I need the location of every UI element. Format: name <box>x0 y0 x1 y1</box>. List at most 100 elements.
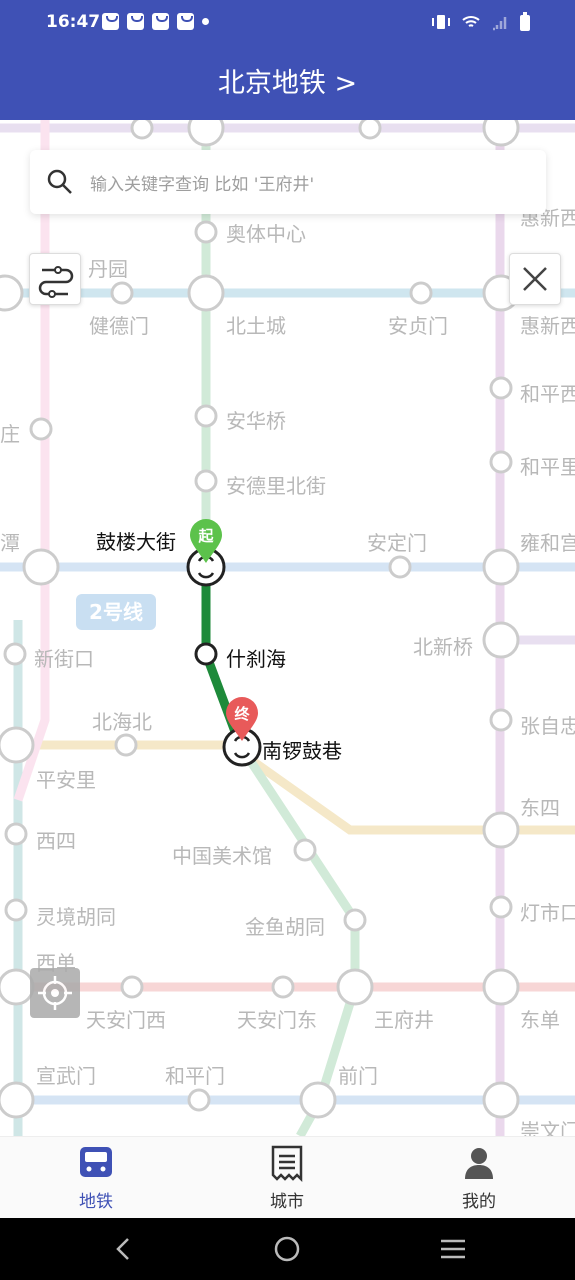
search-icon <box>47 169 72 194</box>
station-node <box>489 450 513 474</box>
station-node <box>358 120 382 140</box>
station-label[interactable]: 新街口 <box>34 643 94 672</box>
station-label[interactable]: 崇文门 <box>520 1115 575 1136</box>
status-bar: 16:47 <box>0 0 575 48</box>
route-start-label[interactable]: 鼓楼大街 <box>96 526 176 555</box>
back-icon[interactable] <box>110 1236 136 1262</box>
station-node <box>194 404 218 428</box>
transfer-station <box>0 726 35 764</box>
station-label[interactable]: 王府井 <box>374 1004 434 1033</box>
station-label[interactable]: 安定门 <box>367 527 427 556</box>
station-label[interactable]: 张自忠 <box>520 710 575 739</box>
subway-map[interactable]: 奥体中心 丹园 健德门 北土城 安贞门 惠新西 惠新西 安华桥 和平西 和平里 … <box>0 120 575 1136</box>
tab-mine[interactable]: 我的 <box>419 1137 539 1219</box>
station-node <box>271 975 295 999</box>
transfer-station <box>482 968 520 1006</box>
city-selector-title[interactable]: 北京地铁 > <box>0 48 575 120</box>
station-label[interactable]: 安贞门 <box>388 310 448 339</box>
vibrate-icon <box>432 15 450 29</box>
locate-button[interactable] <box>30 968 80 1018</box>
station-label[interactable]: 灵境胡同 <box>36 901 116 930</box>
station-label[interactable]: 东单 <box>520 1004 560 1033</box>
crosshair-icon <box>38 976 72 1010</box>
transfer-station <box>187 120 225 147</box>
transfer-station <box>482 120 520 147</box>
station-label[interactable]: 潭 <box>0 527 20 556</box>
station-label[interactable]: 天安门东 <box>237 1004 317 1033</box>
station-node <box>3 642 27 666</box>
station-label[interactable]: 和平门 <box>165 1060 225 1089</box>
station-label[interactable]: 丹园 <box>88 253 128 282</box>
station-label[interactable]: 北新桥 <box>413 631 473 660</box>
route-middle-label[interactable]: 什刹海 <box>226 643 286 672</box>
tab-mine-label: 我的 <box>462 1192 496 1212</box>
transfer-station <box>482 811 520 849</box>
end-pin: 终 <box>224 695 260 743</box>
transfer-station <box>22 548 60 586</box>
recents-icon[interactable] <box>439 1236 467 1262</box>
station-label[interactable]: 安华桥 <box>226 405 286 434</box>
station-label[interactable]: 西四 <box>36 825 76 854</box>
start-pin: 起 <box>188 517 224 565</box>
middle-station-node <box>194 642 218 666</box>
station-label[interactable]: 安德里北街 <box>226 470 326 499</box>
station-label[interactable]: 金鱼胡同 <box>245 911 325 940</box>
shopping-bag-icon <box>102 13 119 30</box>
station-label[interactable]: 北海北 <box>92 706 152 735</box>
wifi-icon <box>462 16 480 27</box>
status-time: 16:47 <box>46 12 101 32</box>
station-label[interactable]: 健德门 <box>89 310 149 339</box>
station-node <box>4 898 28 922</box>
signal-icon <box>493 17 507 31</box>
station-label[interactable]: 雍和宫 <box>520 527 575 556</box>
station-node <box>489 376 513 400</box>
document-icon <box>271 1145 303 1183</box>
station-node <box>343 908 367 932</box>
home-icon[interactable] <box>273 1235 301 1263</box>
station-label[interactable]: 庄 <box>0 418 20 447</box>
tab-subway-label: 地铁 <box>79 1192 113 1212</box>
station-label[interactable]: 灯市口 <box>520 897 575 926</box>
end-pin-label: 终 <box>234 705 250 723</box>
station-label[interactable]: 天安门西 <box>86 1004 166 1033</box>
station-label[interactable]: 平安里 <box>36 764 96 793</box>
search-placeholder[interactable]: 输入关键字查询 比如 '王府井' <box>90 170 314 195</box>
station-node <box>293 838 317 862</box>
shopping-bag-icon <box>152 13 169 30</box>
route-mode-button[interactable] <box>29 253 81 305</box>
station-label[interactable]: 惠新西 <box>520 310 575 339</box>
station-label[interactable]: 和平里 <box>520 451 575 480</box>
system-icons <box>431 12 531 32</box>
station-node <box>194 220 218 244</box>
station-label[interactable]: 宣武门 <box>36 1060 96 1089</box>
station-node <box>130 120 154 140</box>
system-navigation-bar <box>0 1218 575 1280</box>
app-bar[interactable]: 北京地铁 > <box>0 48 575 120</box>
station-node <box>4 822 28 846</box>
clear-route-button[interactable] <box>509 253 561 305</box>
transfer-station <box>482 1081 520 1119</box>
transfer-station <box>0 1081 35 1119</box>
transfer-station <box>482 621 520 659</box>
tab-subway[interactable]: 地铁 <box>36 1137 156 1219</box>
notification-icons <box>102 13 209 30</box>
station-label[interactable]: 奥体中心 <box>226 218 306 247</box>
bottom-navigation: 地铁 城市 我的 <box>0 1136 575 1219</box>
person-icon <box>465 1148 493 1179</box>
tab-city[interactable]: 城市 <box>227 1137 347 1219</box>
start-pin-label: 起 <box>198 527 214 545</box>
station-node <box>29 417 53 441</box>
search-bar[interactable]: 输入关键字查询 比如 '王府井' <box>30 150 546 214</box>
battery-icon <box>520 12 530 31</box>
station-label[interactable]: 前门 <box>338 1060 378 1089</box>
station-label[interactable]: 北土城 <box>226 310 286 339</box>
station-label[interactable]: 中国美术馆 <box>172 840 272 869</box>
station-node <box>489 895 513 919</box>
station-label[interactable]: 和平西 <box>520 378 575 407</box>
route-end-label[interactable]: 南锣鼓巷 <box>262 735 342 764</box>
station-node <box>388 555 412 579</box>
shopping-bag-icon <box>177 13 194 30</box>
station-label[interactable]: 东四 <box>520 792 560 821</box>
station-node <box>409 281 433 305</box>
more-notifications-icon <box>202 18 209 25</box>
